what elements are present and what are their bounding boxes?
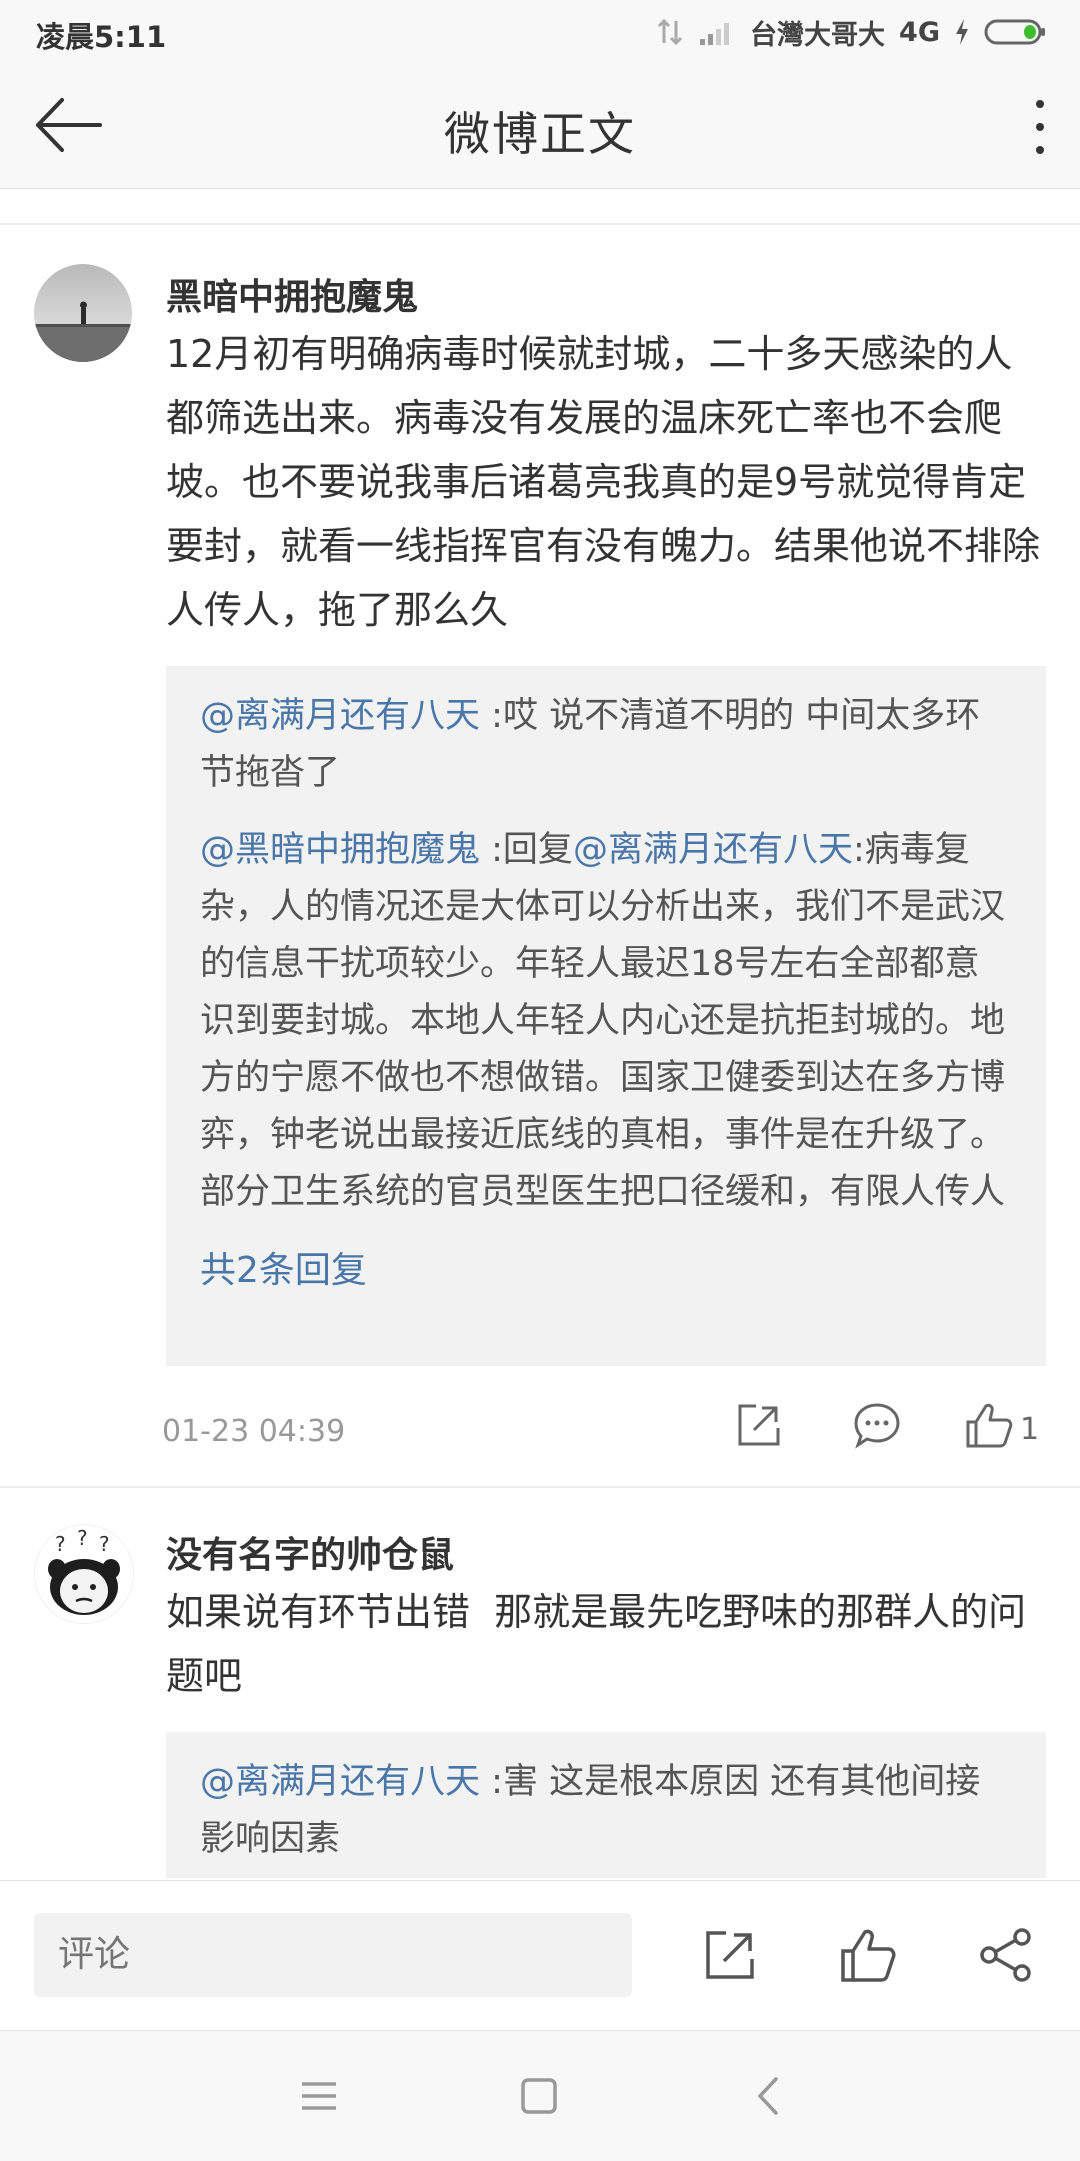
comment-icon <box>854 1403 900 1449</box>
reply-target[interactable]: @离满月还有八天 <box>573 830 853 870</box>
share-button[interactable] <box>700 1925 760 1985</box>
comment-item: ? ? ? 没有名字的帅仓鼠 如果说有环节出错 那就是最先吃野味的那群人的问题吧… <box>0 1488 1080 1878</box>
reply-separator: : <box>480 1762 503 1802</box>
svg-text:?: ? <box>99 1532 110 1556</box>
comment-actions: 01-23 04:39 1 <box>0 1400 1080 1460</box>
chevron-left-icon <box>757 2077 778 2115</box>
reply-item: @黑暗中拥抱魔鬼 :回复@离满月还有八天:病毒复杂，人的情况还是大体可以分析出来… <box>200 822 1012 1221</box>
comment-timestamp: 01-23 04:39 <box>162 1414 346 1449</box>
thumbs-up-icon <box>841 1929 896 1982</box>
network-type: 4G <box>899 16 940 48</box>
avatar-image <box>34 264 132 362</box>
reply-box[interactable]: @离满月还有八天 :哎 说不清道不明的 中间太多环节拖沓了 @黑暗中拥抱魔鬼 :… <box>166 666 1046 1366</box>
home-button[interactable] <box>514 2071 564 2121</box>
comment-item: 黑暗中拥抱魔鬼 12月初有明确病毒时候就封城，二十多天感染的人都筛选出来。病毒没… <box>0 224 1080 1484</box>
signal-icon <box>700 23 730 45</box>
share-icon <box>706 1931 754 1979</box>
reply-item: @离满月还有八天 :害 这是根本原因 还有其他间接影响因素 <box>200 1754 1012 1868</box>
charging-icon <box>956 19 968 45</box>
avatar-image: ? ? ? <box>35 1525 133 1623</box>
like-button[interactable] <box>964 1400 1014 1450</box>
system-nav-bar <box>0 2030 1080 2161</box>
reply-box[interactable]: @离满月还有八天 :害 这是根本原因 还有其他间接影响因素 <box>166 1732 1046 1878</box>
reply-count-link[interactable]: 共2条回复 <box>200 1241 1012 1313</box>
like-button[interactable] <box>838 1925 898 1985</box>
status-indicators: 台灣大哥大 4G <box>656 10 1048 54</box>
battery-icon <box>984 19 1045 45</box>
share-icon <box>738 1404 780 1446</box>
status-time: 凌晨5:11 <box>36 20 167 54</box>
reply-separator: :回复 <box>480 830 573 870</box>
reply-author[interactable]: @黑暗中拥抱魔鬼 <box>200 830 480 870</box>
back-nav-button[interactable] <box>744 2071 794 2121</box>
comment-input[interactable] <box>34 1913 632 1997</box>
menu-button[interactable] <box>294 2071 344 2121</box>
reply-separator: : <box>852 830 865 870</box>
comment-username[interactable]: 没有名字的帅仓鼠 <box>166 1526 454 1578</box>
avatar[interactable]: ? ? ? <box>34 1524 134 1624</box>
comment-text: 如果说有环节出错 那就是最先吃野味的那群人的问题吧 <box>166 1590 1027 1698</box>
bottom-action-bar <box>0 1880 1080 2031</box>
reply-author[interactable]: @离满月还有八天 <box>200 1762 480 1802</box>
carrier-name: 台灣大哥大 <box>750 19 886 51</box>
comment-username[interactable]: 黑暗中拥抱魔鬼 <box>166 268 418 320</box>
share-button[interactable] <box>734 1400 784 1450</box>
thumbs-up-icon <box>966 1403 1013 1448</box>
reply-item: @离满月还有八天 :哎 说不清道不明的 中间太多环节拖沓了 <box>200 688 1012 802</box>
more-vertical-icon <box>1036 100 1044 154</box>
section-divider <box>0 189 1080 225</box>
reply-text: 病毒复杂，人的情况还是大体可以分析出来，我们不是武汉的信息干扰项较少。年轻人最迟… <box>200 830 1006 1212</box>
reply-author[interactable]: @离满月还有八天 <box>200 696 480 736</box>
share-nodes-icon <box>980 1928 1031 1982</box>
data-transfer-icon <box>657 18 683 46</box>
square-icon <box>521 2078 557 2114</box>
comment-text: 12月初有明确病毒时候就封城，二十多天感染的人都筛选出来。病毒没有发展的温床死亡… <box>166 332 1041 632</box>
like-count: 1 <box>1020 1412 1040 1447</box>
reply-button[interactable] <box>852 1400 902 1450</box>
menu-icon <box>302 2082 336 2110</box>
status-bar: 凌晨5:11 台灣大哥大 4G <box>0 0 1080 62</box>
svg-text:?: ? <box>55 1532 66 1556</box>
reply-separator: : <box>480 696 503 736</box>
more-button[interactable] <box>1028 94 1052 160</box>
avatar[interactable] <box>34 264 132 362</box>
svg-text:?: ? <box>77 1526 88 1550</box>
forward-button[interactable] <box>976 1925 1036 1985</box>
top-bar: 微博正文 <box>0 62 1080 189</box>
page-title: 微博正文 <box>444 107 636 161</box>
